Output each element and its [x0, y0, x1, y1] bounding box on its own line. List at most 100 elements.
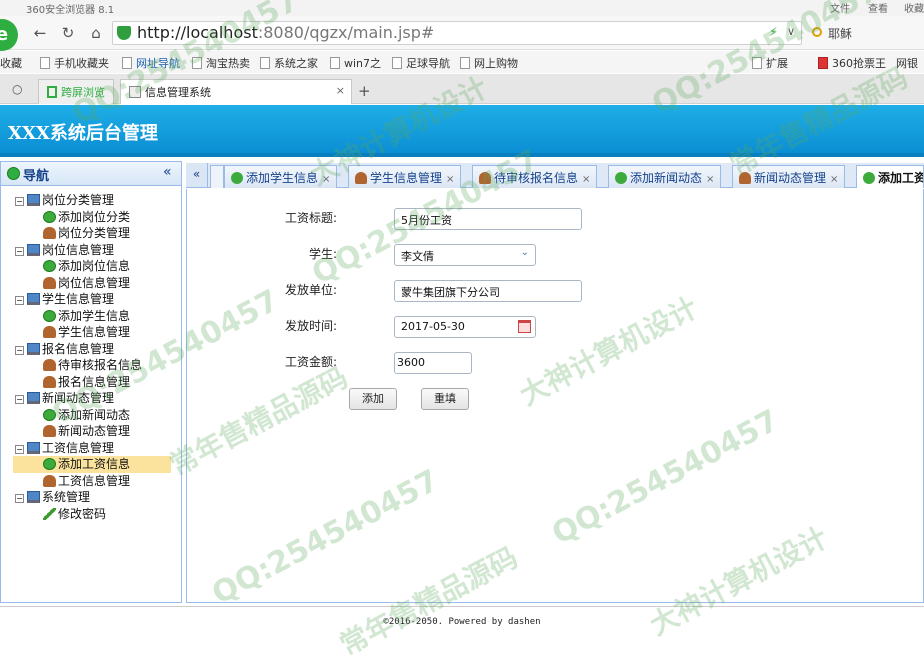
refresh-icon[interactable]: ↻: [58, 23, 78, 43]
tree-group[interactable]: − 系统管理: [15, 489, 90, 506]
user-icon: [43, 375, 56, 388]
tree-item[interactable]: 添加工资信息: [13, 456, 171, 473]
tab-pending-applications[interactable]: 待审核报名信息 ×: [472, 165, 598, 188]
bookmark-item[interactable]: 淘宝热卖: [192, 55, 250, 71]
tab-scroll-handle[interactable]: [210, 165, 224, 188]
user-icon: [43, 276, 56, 289]
add-icon: [43, 210, 56, 223]
lightning-icon[interactable]: ⚡: [769, 25, 777, 39]
close-icon[interactable]: ×: [446, 174, 454, 185]
monitor-icon: [27, 293, 40, 305]
tab-info-system[interactable]: 信息管理系统 ×: [120, 79, 352, 104]
bookmark-item[interactable]: 足球导航: [392, 55, 450, 71]
nav-title: 导航: [23, 169, 50, 184]
collapse-icon[interactable]: −: [15, 246, 24, 256]
collapse-icon[interactable]: «: [163, 164, 172, 180]
chevron-down-icon[interactable]: ∨: [787, 25, 795, 38]
calendar-icon[interactable]: [518, 320, 531, 333]
amount-input[interactable]: 3600: [394, 352, 472, 374]
reset-button[interactable]: 重填: [421, 388, 469, 410]
bookmark-item[interactable]: 收藏: [0, 55, 22, 71]
tree-group[interactable]: − 报名信息管理: [15, 341, 114, 358]
menu-view[interactable]: 查看: [868, 0, 888, 15]
collapse-icon[interactable]: −: [15, 197, 24, 206]
url-text: http://localhost:8080/qgzx/main.jsp#: [137, 23, 435, 42]
collapse-icon[interactable]: −: [15, 444, 24, 454]
tree-item[interactable]: 岗位信息管理: [13, 275, 163, 292]
bookmark-item[interactable]: 网址导航: [122, 55, 180, 71]
app-header: XXX系统后台管理: [0, 105, 924, 157]
tab-add-salary[interactable]: 添加工资信息: [856, 165, 924, 188]
tree-group[interactable]: − 岗位信息管理: [15, 242, 114, 259]
tree-item[interactable]: 待审核报名信息: [13, 357, 163, 374]
salary-title-input[interactable]: 5月份工资: [394, 208, 582, 230]
salary-title-label: 工资标题:: [284, 211, 337, 225]
bookmark-item[interactable]: 系统之家: [260, 55, 318, 71]
tree-item[interactable]: 添加学生信息: [13, 308, 163, 325]
tree-item[interactable]: 添加新闻动态: [13, 407, 163, 424]
tree-item[interactable]: 新闻动态管理: [13, 423, 163, 440]
url-bar[interactable]: http://localhost:8080/qgzx/main.jsp# ⚡ ∨: [112, 21, 802, 45]
browser-logo-icon: e: [0, 19, 18, 51]
cloud-icon[interactable]: ○: [12, 82, 22, 96]
address-toolbar: e ← ↻ ⌂ http://localhost:8080/qgzx/main.…: [0, 16, 924, 51]
student-select[interactable]: 李文倩 ⌄: [394, 244, 536, 266]
tab-add-student[interactable]: 添加学生信息 ×: [224, 165, 338, 188]
bookmark-item[interactable]: 网银: [896, 55, 918, 71]
close-icon[interactable]: ×: [582, 174, 590, 185]
footer: ©2016-2050. Powered by dashen: [0, 606, 924, 640]
add-icon: [43, 260, 56, 272]
close-icon[interactable]: ×: [706, 174, 714, 185]
search-icon[interactable]: [812, 27, 822, 37]
browser-tabs: ○ 跨屏浏览 信息管理系统 × +: [0, 74, 924, 104]
monitor-icon: [27, 392, 40, 404]
bookmark-item[interactable]: 手机收藏夹: [40, 55, 109, 71]
monitor-icon: [27, 342, 40, 355]
add-button[interactable]: 添加: [349, 388, 397, 410]
tab-student-manage[interactable]: 学生信息管理 ×: [348, 165, 462, 188]
tree-item[interactable]: 岗位分类管理: [13, 225, 163, 242]
tab-cross-screen[interactable]: 跨屏浏览: [38, 79, 114, 104]
bookmark-item[interactable]: win7之: [330, 55, 381, 71]
new-tab-button[interactable]: +: [358, 82, 371, 100]
tree-group[interactable]: − 工资信息管理: [15, 440, 114, 457]
amount-label: 工资金额:: [284, 355, 337, 369]
collapse-icon[interactable]: −: [15, 494, 24, 503]
time-input[interactable]: 2017-05-30: [394, 316, 536, 338]
home-icon[interactable]: ⌂: [86, 23, 106, 43]
add-icon: [43, 408, 56, 421]
tree-item[interactable]: 添加岗位信息: [13, 258, 163, 275]
tab-scroll-left[interactable]: «: [186, 163, 208, 187]
collapse-icon[interactable]: −: [15, 395, 24, 404]
monitor-icon: [27, 491, 40, 503]
collapse-icon[interactable]: −: [15, 296, 24, 305]
nav-icon: [7, 167, 20, 180]
unit-label: 发放单位:: [284, 283, 337, 297]
bookmark-item[interactable]: 网上购物: [460, 55, 518, 71]
close-icon[interactable]: ×: [830, 174, 838, 185]
tree-item[interactable]: 报名信息管理: [13, 374, 163, 391]
menu-favorites[interactable]: 收藏: [904, 0, 924, 15]
browser-titlebar: 360安全浏览器 8.1 文件 查看 收藏: [0, 0, 924, 16]
extensions-button[interactable]: 扩展: [752, 55, 788, 71]
search-text[interactable]: 耶稣: [828, 25, 852, 42]
nav-header: 导航 «: [1, 162, 181, 186]
tree-group[interactable]: − 岗位分类管理: [15, 192, 114, 209]
back-icon[interactable]: ←: [30, 23, 50, 43]
menu-file[interactable]: 文件: [830, 0, 850, 15]
unit-input[interactable]: 蒙牛集团旗下分公司: [394, 280, 582, 302]
tab-news-manage[interactable]: 新闻动态管理 ×: [732, 165, 846, 188]
collapse-icon[interactable]: −: [15, 345, 24, 355]
tree-item[interactable]: 工资信息管理: [13, 473, 163, 490]
tab-add-news[interactable]: 添加新闻动态 ×: [608, 165, 722, 188]
content-tabs: « 添加学生信息 × 学生信息管理 × 待审核报名信息 × 添加新闻动态 × 新闻动态管…: [186, 163, 924, 188]
tree-item[interactable]: 添加岗位分类: [13, 209, 163, 226]
tree-item[interactable]: 学生信息管理: [13, 324, 163, 341]
monitor-icon: [27, 194, 40, 206]
close-icon[interactable]: ×: [322, 174, 330, 185]
close-icon[interactable]: ×: [336, 84, 345, 97]
tree-group[interactable]: − 新闻动态管理: [15, 390, 114, 407]
bookmark-item[interactable]: 360抢票王: [818, 55, 886, 71]
tree-group[interactable]: − 学生信息管理: [15, 291, 114, 308]
tree-item[interactable]: 修改密码: [13, 506, 163, 523]
